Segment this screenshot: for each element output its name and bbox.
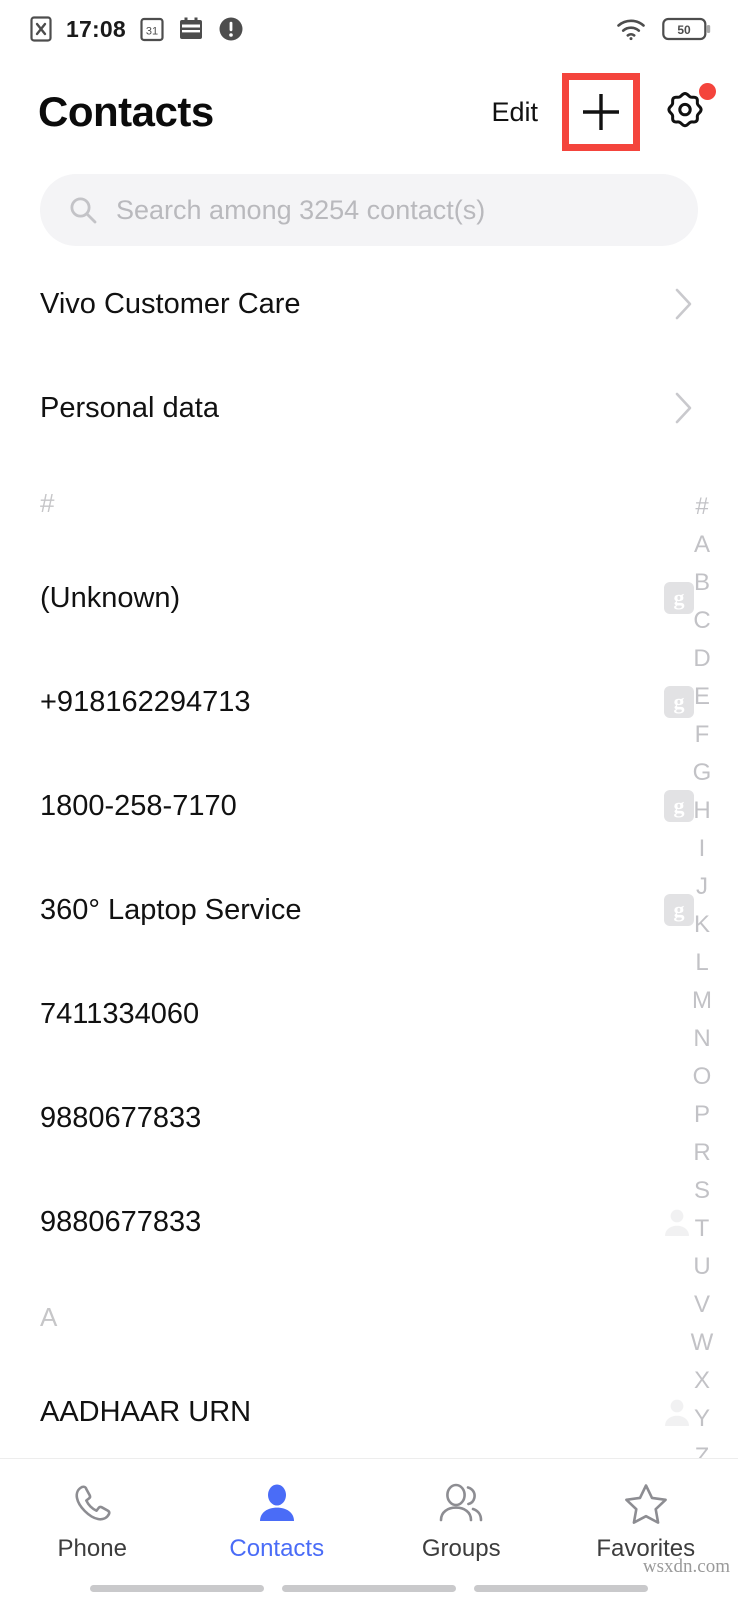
tab-contacts[interactable]: Contacts [185,1477,370,1563]
header-actions: Edit [481,73,716,151]
status-bar-clock: 17:08 [66,15,126,42]
alphabet-index-item[interactable]: L [680,944,724,982]
contact-row[interactable]: 1800-258-7170 g [0,754,738,858]
contact-name: AADHAAR URN [40,1395,252,1428]
home-indicator [0,1585,738,1592]
alphabet-index-item[interactable]: A [680,526,724,564]
chevron-right-icon [674,391,694,425]
alphabet-index-item[interactable]: O [680,1058,724,1096]
star-icon [622,1477,670,1527]
contact-name: 360° Laptop Service [40,893,302,926]
chevron-right-icon [674,287,694,321]
battery-icon: 50 [662,16,712,42]
groups-icon [436,1477,486,1527]
tab-groups[interactable]: Groups [369,1477,554,1563]
contact-row[interactable]: 9880677833 [0,1170,738,1274]
contact-row[interactable]: 9880677833 [0,1066,738,1170]
alphabet-index-item[interactable]: V [680,1286,724,1324]
alphabet-index-item[interactable]: B [680,564,724,602]
alphabet-index-item[interactable]: T [680,1210,724,1248]
contact-name: 9880677833 [40,1205,202,1238]
alphabet-index[interactable]: # A B C D E F G H I J K L M N O P R S T … [680,488,724,1476]
contact-row[interactable]: +918162294713 g [0,650,738,754]
tab-label: Groups [421,1535,501,1562]
alphabet-index-item[interactable]: D [680,640,724,678]
tab-favorites[interactable]: Favorites [554,1477,738,1563]
app-header: Contacts Edit [0,58,738,166]
tab-phone[interactable]: Phone [0,1477,185,1563]
section-header-hash: # [40,487,55,518]
contact-name: +918162294713 [40,685,251,718]
alphabet-index-item[interactable]: G [680,754,724,792]
search-placeholder: Search among 3254 contact(s) [116,194,486,225]
settings-notification-dot [699,83,716,100]
alphabet-index-item[interactable]: K [680,906,724,944]
status-bar-left: 17:08 31 [30,16,244,43]
list-item-personal-data[interactable]: Personal data [0,356,738,460]
alphabet-index-item[interactable]: M [680,982,724,1020]
contact-name: 7411334060 [40,997,200,1030]
section-header-a: A [40,1301,58,1332]
row-tail [674,391,694,425]
alphabet-index-item[interactable]: Y [680,1400,724,1438]
wifi-icon [616,17,646,41]
list-item-label: Vivo Customer Care [40,287,301,320]
row-tail [674,287,694,321]
contact-row[interactable]: AADHAAR URN [0,1360,738,1464]
bottom-tab-bar: Phone Contacts Groups Favorites [0,1458,738,1600]
alphabet-index-item[interactable]: C [680,602,724,640]
status-bar: 17:08 31 50 [0,0,738,58]
alphabet-index-item[interactable]: I [680,830,724,868]
svg-text:31: 31 [146,26,158,38]
tab-label: Phone [57,1535,127,1562]
exclamation-circle-icon [218,16,244,42]
contact-row[interactable]: (Unknown) g [0,546,738,650]
alphabet-index-item[interactable]: F [680,716,724,754]
search-row: Search among 3254 contact(s) [0,166,738,246]
contact-name: 9880677833 [40,1101,202,1134]
alphabet-index-item[interactable]: E [680,678,724,716]
alphabet-index-item[interactable]: X [680,1362,724,1400]
contact-name: 1800-258-7170 [40,789,237,822]
phone-icon [69,1477,115,1527]
page-title: Contacts [38,88,214,135]
alphabet-index-item[interactable]: P [680,1096,724,1134]
contacts-app-screen: 17:08 31 50 Contacts Edit Search among 3… [0,0,738,1600]
list-item-label: Personal data [40,391,219,424]
list-item-vivo-customer-care[interactable]: Vivo Customer Care [0,252,738,356]
home-indicator-segment [282,1585,456,1592]
contact-row[interactable]: 7411334060 [0,962,738,1066]
alphabet-index-item[interactable]: S [680,1172,724,1210]
add-contact-button[interactable] [562,73,640,151]
watermark: wsxdn.com [642,1556,730,1577]
alphabet-index-item[interactable]: # [680,488,724,526]
search-icon [68,195,98,225]
home-indicator-segment [90,1585,264,1592]
settings-button[interactable] [654,81,716,143]
person-icon [254,1477,300,1527]
alphabet-index-item[interactable]: R [680,1134,724,1172]
alphabet-index-item[interactable]: W [680,1324,724,1362]
status-bar-right: 50 [616,16,712,42]
document-x-icon [30,16,52,42]
card-icon [178,16,204,42]
alphabet-index-item[interactable]: J [680,868,724,906]
plus-icon [577,88,625,136]
alphabet-index-item[interactable]: N [680,1020,724,1058]
home-indicator-segment [474,1585,648,1592]
search-input[interactable]: Search among 3254 contact(s) [40,174,698,246]
contact-name: (Unknown) [40,581,181,614]
contact-row[interactable]: 360° Laptop Service g [0,858,738,962]
tab-label: Contacts [229,1535,325,1562]
battery-level-text: 50 [677,23,691,37]
alphabet-index-item[interactable]: U [680,1248,724,1286]
contacts-list: Vivo Customer Care Personal data # (Unkn… [0,246,738,1464]
calendar-31-icon: 31 [140,16,164,42]
alphabet-index-item[interactable]: H [680,792,724,830]
edit-button[interactable]: Edit [481,91,548,134]
